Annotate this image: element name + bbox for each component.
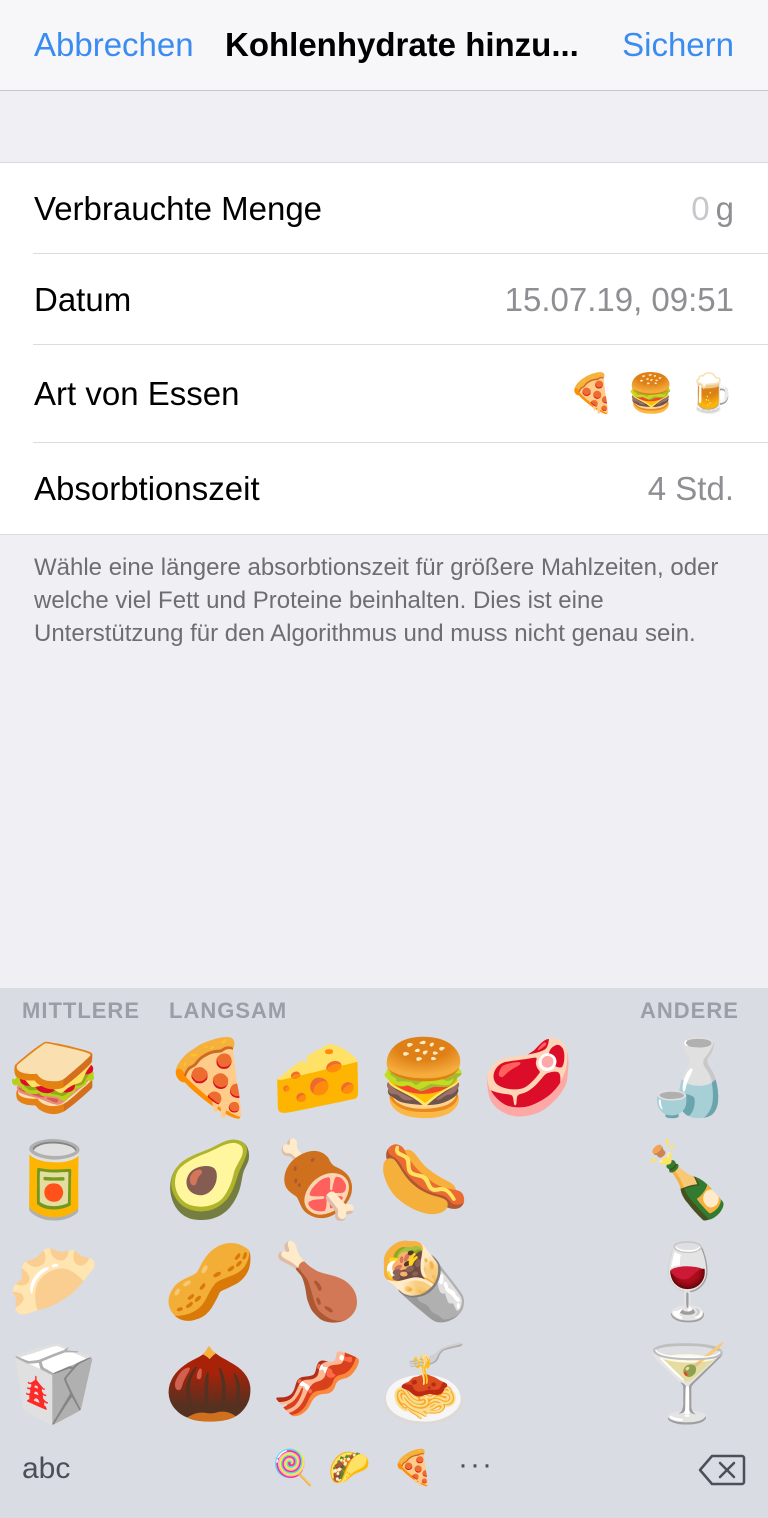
- beer-icon: 🍺: [686, 373, 734, 415]
- amount-field[interactable]: 0g: [691, 190, 734, 228]
- date-value[interactable]: 15.07.19, 09:51: [505, 281, 734, 319]
- abc-key[interactable]: abc: [22, 1452, 70, 1486]
- amount-value: 0: [691, 189, 710, 227]
- section-header-slow: LANGSAM: [169, 998, 288, 1023]
- burger-icon[interactable]: 🍔: [376, 1030, 472, 1126]
- food-type-row[interactable]: Art von Essen 🍕 🍔 🍺: [0, 345, 768, 443]
- meat-on-bone-icon[interactable]: 🍖: [270, 1132, 366, 1228]
- spaghetti-icon[interactable]: 🍝: [376, 1336, 472, 1432]
- date-label: Datum: [34, 280, 132, 318]
- pizza-icon: 🍕: [568, 373, 616, 415]
- delete-icon[interactable]: [698, 1454, 746, 1486]
- absorption-footnote: Wähle eine längere absorbtionszeit für g…: [34, 554, 719, 647]
- takeout-box-icon[interactable]: 🥡: [6, 1336, 102, 1432]
- chestnut-icon[interactable]: 🌰: [162, 1336, 258, 1432]
- absorption-label: Absorbtionszeit: [34, 469, 260, 507]
- section-header-medium: MITTLERE: [22, 998, 140, 1023]
- emoji-grid: 🥪 🥫 🥟 🥡 🍕 🧀 🍔 🥩 🥑 🍖 🌭 🥜 🍗 🌯 🌰 🥓 🍝 🍶 🍾 🍷 …: [0, 1030, 768, 1430]
- absorption-row[interactable]: Absorbtionszeit 4 Std.: [0, 443, 768, 534]
- sake-icon[interactable]: 🍶: [640, 1030, 736, 1126]
- taco-icon[interactable]: 🌮: [328, 1448, 370, 1488]
- more-button[interactable]: ···: [458, 1448, 494, 1482]
- cheese-icon[interactable]: 🧀: [270, 1030, 366, 1126]
- food-type-label: Art von Essen: [34, 375, 240, 412]
- page-title: Kohlenhydrate hinzu...: [225, 26, 579, 63]
- cancel-button[interactable]: Abbrechen: [34, 26, 194, 64]
- food-type-emojis[interactable]: 🍕 🍔 🍺: [568, 372, 734, 416]
- section-header-other: ANDERE: [640, 998, 739, 1023]
- poultry-leg-icon[interactable]: 🍗: [270, 1234, 366, 1330]
- emoji-keyboard: MITTLERE LANGSAM ANDERE 🥪 🥫 🥟 🥡 🍕 🧀 🍔 🥩 …: [0, 988, 768, 1518]
- hot-dog-icon[interactable]: 🌭: [376, 1132, 472, 1228]
- champagne-icon[interactable]: 🍾: [640, 1132, 736, 1228]
- lollipop-icon[interactable]: 🍭: [272, 1448, 314, 1488]
- burrito-icon[interactable]: 🌯: [376, 1234, 472, 1330]
- navigation-bar: Abbrechen Kohlenhydrate hinzu... Sichern: [0, 0, 768, 91]
- absorption-value[interactable]: 4 Std.: [648, 470, 734, 508]
- wine-glass-icon[interactable]: 🍷: [640, 1234, 736, 1330]
- steak-icon[interactable]: 🥩: [480, 1030, 576, 1126]
- peanuts-icon[interactable]: 🥜: [162, 1234, 258, 1330]
- avocado-icon[interactable]: 🥑: [162, 1132, 258, 1228]
- cocktail-icon[interactable]: 🍸: [640, 1336, 736, 1432]
- save-button[interactable]: Sichern: [622, 26, 734, 64]
- pizza-icon[interactable]: 🍕: [162, 1030, 258, 1126]
- pizza-icon[interactable]: 🍕: [392, 1448, 434, 1488]
- keyboard-bottom-bar: abc 🍭 🌮 🍕 ···: [0, 1430, 768, 1518]
- amount-label: Verbrauchte Menge: [34, 189, 323, 227]
- sandwich-icon[interactable]: 🥪: [6, 1030, 102, 1126]
- burger-icon: 🍔: [627, 373, 675, 415]
- amount-unit: g: [715, 189, 734, 227]
- carb-entry-table: Verbrauchte Menge 0g Datum 15.07.19, 09:…: [0, 162, 768, 535]
- amount-row[interactable]: Verbrauchte Menge 0g: [0, 163, 768, 254]
- bacon-icon[interactable]: 🥓: [270, 1336, 366, 1432]
- date-row[interactable]: Datum 15.07.19, 09:51: [0, 254, 768, 345]
- dumpling-icon[interactable]: 🥟: [6, 1234, 102, 1330]
- canned-food-icon[interactable]: 🥫: [6, 1132, 102, 1228]
